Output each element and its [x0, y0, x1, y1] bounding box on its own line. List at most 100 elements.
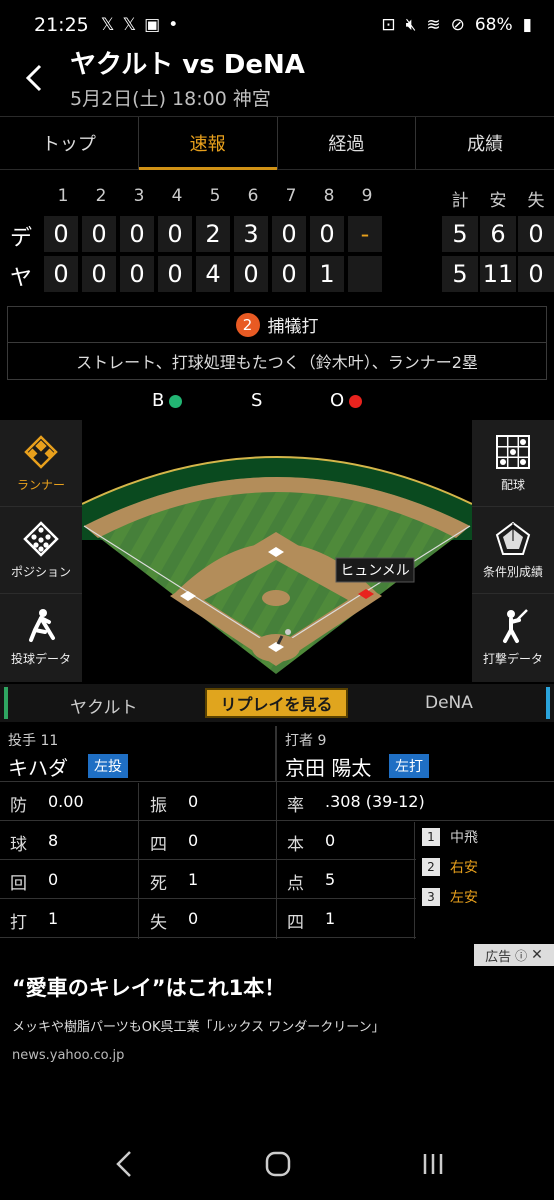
nav-back-button[interactable] [114, 1148, 134, 1184]
pitcher-stat-label: 球 [10, 835, 27, 855]
inning-score: 0 [310, 216, 344, 252]
left-panel: ランナー ポジション 投球データ [0, 420, 82, 682]
inning-score: 0 [82, 256, 116, 292]
total-score: 0 [518, 256, 554, 292]
ad-url: news.yahoo.co.jp [12, 1048, 125, 1063]
team-dena-tab[interactable]: DeNA [425, 693, 473, 713]
baseball-field: ヒュンメル [82, 420, 472, 682]
nav-recents-button[interactable] [420, 1148, 446, 1184]
conditional-stats-label: 条件別成績 [482, 564, 543, 579]
pitcher-stat-label: 打 [10, 913, 27, 933]
at-bat-number: 1 [422, 828, 440, 846]
batter-stat-row: 本0 [277, 822, 416, 860]
batter-stat-row: 率 .308 (39-12) [277, 783, 554, 821]
status-time: 21:25 [34, 14, 89, 36]
inning-score: 0 [158, 256, 192, 292]
scoreboard: 1 2 3 4 5 6 7 8 9 計安失デ 0 0 0 0 2 3 0 0-5 6 0 ヤ 0 0 0 0 4 0 0 1 5 11 0 [0, 176, 554, 300]
pitcher-card[interactable]: 投手 11 キハダ 左投 [0, 726, 276, 782]
batter-stat-label: 本 [287, 835, 304, 855]
nav-back-icon [116, 1151, 131, 1177]
batter-stat-value: 1 [325, 909, 336, 928]
total-score: 5 [442, 216, 478, 252]
field-area: ランナー ポジション 投球データ ヒュンメル 配球 条件別成績 打撃データ [0, 420, 554, 682]
out-dot [349, 394, 363, 408]
play-description: ストレート、打球処理もたつく（鈴木叶）、ランナー2塁 [76, 353, 478, 372]
pitcher-stat-label: 防 [10, 796, 27, 816]
total-score: 0 [518, 216, 554, 252]
ad-banner[interactable]: 広告 ⓘ ✕ “愛車のキレイ”はこれ1本！ メッキや樹脂パーツもOK呉工業「ルッ… [0, 944, 554, 1074]
gallery-icon: ▣ [144, 15, 161, 35]
battery-icon: ▮ [522, 15, 532, 35]
total-header: 安 [489, 191, 507, 211]
tab-stats[interactable]: 成績 [416, 117, 554, 169]
ad-close-icon[interactable]: ✕ [531, 947, 543, 963]
ad-tag[interactable]: 広告 ⓘ ✕ [474, 944, 554, 966]
pitch-distribution-button[interactable]: 配球 [472, 420, 554, 507]
ad-info-icon[interactable]: ⓘ [515, 947, 527, 964]
divider [276, 726, 277, 939]
at-bat-result: 3 左安 [422, 884, 478, 910]
home-team-bar [4, 687, 8, 719]
ball-count: B [152, 390, 183, 411]
inning-header: 4 [171, 186, 183, 206]
at-bat-number: 2 [422, 858, 440, 876]
pitcher-name: キハダ [8, 756, 68, 780]
batter-stat-value: 5 [325, 870, 336, 889]
conditional-stats-button[interactable]: 条件別成績 [472, 507, 554, 594]
position-button[interactable]: ポジション [0, 507, 82, 594]
at-bat-text: 中飛 [450, 830, 478, 846]
away-team-bar [546, 687, 550, 719]
inning-score: 1 [310, 256, 344, 292]
tab-top[interactable]: トップ [0, 117, 139, 169]
pitching-data-button[interactable]: 投球データ [0, 594, 82, 681]
team-yakult-tab[interactable]: ヤクルト [70, 693, 138, 718]
team-label: ヤ [9, 266, 32, 291]
tab-progress[interactable]: 経過 [278, 117, 417, 169]
play-summary: 2 捕犠打 ストレート、打球処理もたつく（鈴木叶）、ランナー2塁 [7, 306, 547, 380]
pitcher-stat-label: 死 [150, 874, 167, 894]
inning-score: 0 [158, 216, 192, 252]
nav-home-button[interactable] [264, 1148, 292, 1184]
total-score: 6 [480, 216, 516, 252]
pitcher-stat-value: 0 [48, 870, 59, 889]
batting-data-button[interactable]: 打撃データ [472, 594, 554, 681]
radar-chart-icon [495, 521, 531, 555]
count-indicator: B S O [0, 390, 554, 416]
inning-header: 7 [285, 186, 297, 206]
at-bat-text: 左安 [450, 890, 478, 906]
at-bat-number: 3 [422, 888, 440, 906]
game-info: 5月2日(土) 18:00 神宮 [70, 88, 271, 110]
dnd-icon: ⊘ [450, 15, 465, 35]
runner-button[interactable]: ランナー [0, 420, 82, 507]
pitcher-stat-value: 0 [188, 831, 199, 850]
outs-badge: 2 [235, 312, 260, 337]
system-nav-bar [0, 1138, 554, 1194]
back-button[interactable] [14, 56, 54, 100]
inning-header: 9 [361, 186, 373, 206]
inning-score [348, 256, 382, 292]
ad-text: メッキや樹脂パーツもOK呉工業「ルックス ワンダークリーン」 [12, 1020, 385, 1035]
batter-card[interactable]: 打者 9 京田 陽太 左打 [277, 726, 554, 782]
tab-live[interactable]: 速報 [138, 117, 278, 170]
replay-button[interactable]: リプレイを見る [205, 688, 348, 718]
pitcher-stat-value: 0 [188, 909, 199, 928]
inning-score: 4 [196, 256, 230, 292]
out-label: O [330, 390, 345, 411]
runner-label: ランナー [16, 477, 65, 492]
ball-dot [169, 394, 183, 408]
inning-header: 2 [95, 186, 107, 206]
total-header: 失 [527, 191, 545, 211]
inning-header: 8 [323, 186, 335, 206]
strike-count: S [251, 390, 262, 411]
inning-score: 0 [44, 256, 78, 292]
runner-name-label: ヒュンメル [340, 562, 410, 578]
pitcher-stat-value: 1 [48, 909, 59, 928]
pitcher-stat-value: 1 [188, 870, 199, 889]
pitcher-hand-badge: 左投 [88, 754, 128, 778]
pitcher-stat-label: 振 [150, 796, 167, 816]
inning-header: 5 [209, 186, 221, 206]
team-toggle: ヤクルト リプレイを見る DeNA [0, 684, 554, 722]
at-bat-result: 1 中飛 [422, 824, 478, 850]
batter-name: 京田 陽太 [285, 756, 372, 780]
chevron-left-icon [25, 64, 42, 92]
